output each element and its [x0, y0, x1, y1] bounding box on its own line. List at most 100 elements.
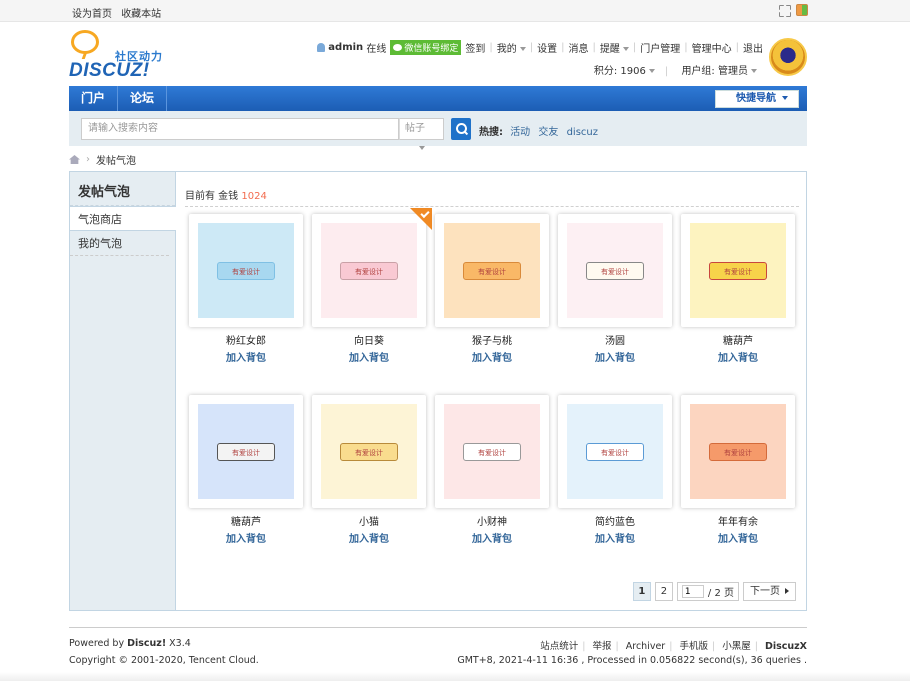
bubble-preview: 有爱设计	[690, 404, 786, 499]
next-page-label: 下一页	[750, 586, 780, 597]
search-type-select[interactable]: 帖子	[399, 118, 444, 150]
bubble-preview: 有爱设计	[321, 223, 417, 318]
breadcrumb-current[interactable]: 发帖气泡	[96, 152, 136, 167]
bubble-thumbnail[interactable]: 有爱设计	[435, 395, 549, 508]
add-to-bag-button[interactable]: 加入背包	[189, 530, 303, 545]
footer-link-archiver[interactable]: Archiver	[626, 641, 665, 652]
bubble-name: 简约蓝色	[595, 517, 635, 528]
usergroup-label: 用户组: 管理员	[681, 66, 748, 77]
online-status: 在线	[366, 44, 387, 55]
username-link[interactable]: admin	[328, 42, 363, 53]
chevron-down-icon	[782, 96, 788, 100]
top-bar: 设为首页 收藏本站	[0, 0, 910, 22]
powered-version: X3.4	[166, 638, 191, 649]
bubble-thumbnail[interactable]: 有爱设计	[435, 214, 549, 327]
bubble-thumbnail[interactable]: 有爱设计	[189, 214, 303, 327]
add-to-bag-button[interactable]: 加入背包	[558, 349, 672, 364]
add-to-bag-button[interactable]: 加入背包	[435, 530, 549, 545]
hot-search-label: 热搜:	[479, 127, 503, 138]
search-button[interactable]	[451, 118, 471, 140]
next-page-button[interactable]: 下一页	[743, 582, 796, 601]
bubble-preview: 有爱设计	[567, 223, 663, 318]
nav-item-forum[interactable]: 论坛	[118, 86, 168, 111]
bubble-sample: 有爱设计	[217, 261, 275, 280]
bubble-card: 有爱设计 糖葫芦 加入背包	[189, 395, 303, 545]
add-to-bag-button[interactable]: 加入背包	[312, 530, 426, 545]
bubble-sample: 有爱设计	[709, 442, 767, 461]
bubble-name: 小财神	[477, 517, 507, 528]
bubble-thumbnail[interactable]: 有爱设计	[312, 395, 426, 508]
points-label: 积分: 1906	[593, 66, 646, 77]
notifications-menu[interactable]: 提醒	[600, 40, 629, 55]
footer-link-discuzx[interactable]: DiscuzX	[765, 641, 807, 652]
style-switch-icon[interactable]	[796, 4, 808, 16]
set-homepage-link[interactable]: 设为首页	[72, 9, 112, 20]
money-label: 目前有 金钱	[185, 191, 239, 202]
server-info: GMT+8, 2021-4-11 16:36 , Processed in 0.…	[457, 655, 807, 666]
bubble-thumbnail[interactable]: 有爱设计	[681, 395, 795, 508]
search-type-label: 帖子	[405, 123, 425, 134]
bubble-card: 有爱设计简约蓝色加入背包	[558, 395, 672, 545]
footer-link-report[interactable]: 举报	[593, 641, 612, 652]
bubble-card: 有爱设计 汤圆 加入背包	[558, 214, 672, 364]
add-to-bag-button[interactable]: 加入背包	[435, 349, 549, 364]
add-to-bag-button[interactable]: 加入背包	[189, 349, 303, 364]
page-2-button[interactable]: 2	[654, 582, 673, 601]
footer-link-blacklist[interactable]: 小黑屋	[722, 641, 751, 652]
avatar[interactable]	[769, 38, 807, 76]
fullscreen-icon[interactable]	[778, 4, 790, 16]
add-to-bag-button[interactable]: 加入背包	[681, 530, 795, 545]
bookmark-link[interactable]: 收藏本站	[121, 9, 161, 20]
page-1-button[interactable]: 1	[632, 582, 651, 601]
bubble-thumbnail[interactable]: 有爱设计	[312, 208, 432, 327]
bubble-name: 粉红女郎	[226, 336, 266, 347]
settings-link[interactable]: 设置	[537, 40, 557, 55]
bubble-thumbnail[interactable]: 有爱设计	[558, 214, 672, 327]
add-to-bag-button[interactable]: 加入背包	[312, 349, 426, 364]
search-input[interactable]: 请输入搜索内容	[81, 118, 399, 140]
footer-link-stats[interactable]: 站点统计	[540, 641, 578, 652]
admin-center-link[interactable]: 管理中心	[692, 40, 732, 55]
bubble-thumbnail[interactable]: 有爱设计	[189, 395, 303, 508]
portal-admin-link[interactable]: 门户管理	[640, 40, 680, 55]
bubble-thumbnail[interactable]: 有爱设计	[558, 395, 672, 508]
money-info: 目前有 金钱 1024	[185, 187, 267, 202]
site-logo[interactable]: 社区动力 DISCUZ!	[69, 28, 179, 83]
hot-search-item[interactable]: 交友	[538, 127, 558, 138]
hot-search-item[interactable]: discuz	[567, 127, 598, 138]
sidebar-item-my-bubbles[interactable]: 我的气泡	[70, 231, 169, 256]
powered-brand-link[interactable]: Discuz!	[127, 638, 166, 649]
page-jump-input[interactable]	[681, 585, 704, 598]
points-menu[interactable]: 积分: 1906	[594, 66, 655, 77]
add-to-bag-button[interactable]: 加入背包	[681, 349, 795, 364]
chevron-down-icon	[751, 69, 757, 73]
sidebar-item-bubble-shop[interactable]: 气泡商店	[70, 206, 176, 231]
bubble-preview: 有爱设计	[444, 223, 540, 318]
chevron-right-icon	[785, 588, 789, 594]
my-menu[interactable]: 我的	[497, 40, 526, 55]
bubble-sample: 有爱设计	[586, 442, 644, 461]
add-to-bag-button[interactable]: 加入背包	[558, 530, 672, 545]
user-icon	[317, 43, 326, 52]
home-icon[interactable]	[69, 155, 80, 164]
bubble-name: 年年有余	[718, 517, 758, 528]
footer-link-mobile[interactable]: 手机版	[679, 641, 708, 652]
sidebar: 发帖气泡 气泡商店 我的气泡	[70, 172, 176, 610]
signin-link[interactable]: 签到	[465, 40, 485, 55]
nav-item-portal[interactable]: 门户	[69, 86, 119, 111]
messages-link[interactable]: 消息	[569, 40, 589, 55]
quick-nav-button[interactable]: 快捷导航	[715, 90, 799, 108]
bubble-preview: 有爱设计	[444, 404, 540, 499]
wechat-bind-button[interactable]: 微信账号绑定	[390, 40, 462, 55]
hot-search-item[interactable]: 活动	[510, 127, 530, 138]
copyright: Copyright © 2001-2020, Tencent Cloud.	[69, 655, 259, 666]
user-info: 积分: 1906 | 用户组: 管理员	[594, 62, 757, 77]
bubble-card: 有爱设计 猴子与桃 加入背包	[435, 214, 549, 364]
bubble-thumbnail[interactable]: 有爱设计	[681, 214, 795, 327]
bubble-card: 有爱设计小财神加入背包	[435, 395, 549, 545]
breadcrumb-separator: ›	[86, 154, 90, 165]
bubble-sample: 有爱设计	[340, 261, 398, 280]
usergroup-menu[interactable]: 用户组: 管理员	[681, 66, 757, 77]
bubble-preview: 有爱设计	[690, 223, 786, 318]
logout-link[interactable]: 退出	[743, 40, 763, 55]
